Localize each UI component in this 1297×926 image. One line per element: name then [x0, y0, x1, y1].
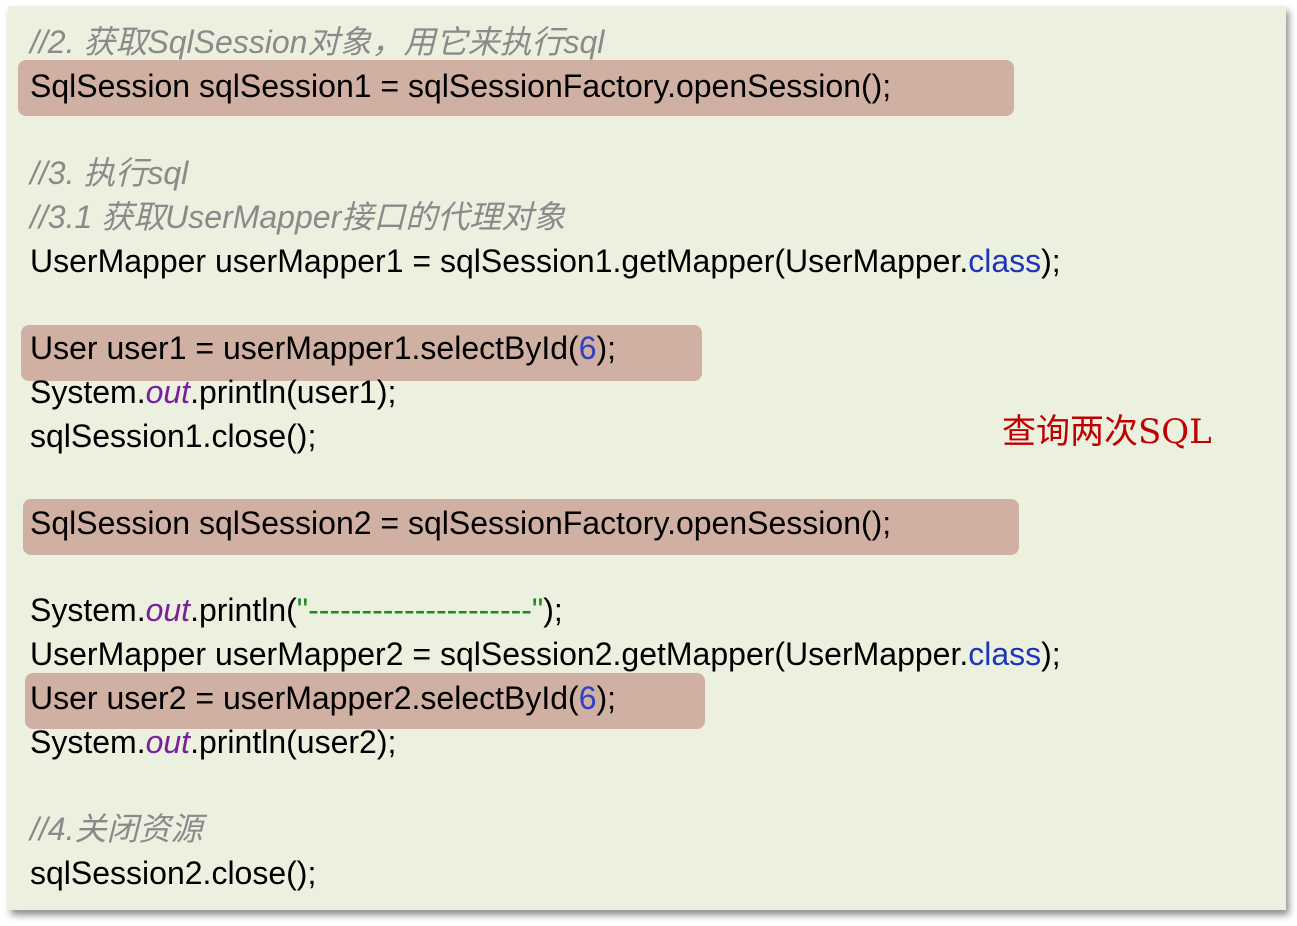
string-literal: "---------------------" — [296, 592, 544, 628]
code-print2: System.out.println(user2); — [30, 720, 396, 764]
code-select1-end: ); — [596, 330, 617, 366]
number-literal: 6 — [578, 330, 597, 366]
code-open-session2: SqlSession sqlSession2 = sqlSessionFacto… — [30, 505, 892, 541]
code-get-mapper2-end: ); — [1041, 636, 1061, 672]
code-close2: sqlSession2.close(); — [30, 855, 317, 891]
code-print2-end: .println(user2); — [190, 724, 397, 760]
annotation-two-queries: 查询两次SQL — [1002, 412, 1212, 452]
code-select1-text: User user1 = userMapper1.selectById( — [30, 330, 579, 366]
code-print-sep-text: System. — [30, 592, 146, 628]
code-print1-text: System. — [30, 374, 146, 410]
comment-get-session: //2. 获取SqlSession对象，用它来执行sql — [30, 24, 605, 60]
code-print1: System.out.println(user1); — [30, 370, 396, 414]
comment-close-resources: //4.关闭资源 — [30, 811, 203, 847]
code-print-sep-mid: .println( — [190, 592, 297, 628]
code-get-mapper2: UserMapper userMapper2 = sqlSession2.get… — [30, 632, 1061, 676]
field-out: out — [145, 724, 191, 760]
keyword-class: class — [968, 243, 1042, 279]
code-open-session1: SqlSession sqlSession1 = sqlSessionFacto… — [30, 68, 892, 104]
code-print-separator: System.out.println("--------------------… — [30, 588, 563, 632]
code-print2-text: System. — [30, 724, 146, 760]
keyword-class: class — [968, 636, 1042, 672]
code-select2: User user2 = userMapper2.selectById(6); — [30, 676, 616, 720]
code-get-mapper1: UserMapper userMapper1 = sqlSession1.get… — [30, 239, 1061, 283]
code-select1: User user1 = userMapper1.selectById(6); — [30, 326, 616, 370]
number-literal: 6 — [578, 680, 597, 716]
field-out: out — [145, 592, 191, 628]
code-close1: sqlSession1.close(); — [30, 418, 317, 454]
code-select2-end: ); — [596, 680, 617, 716]
comment-get-mapper: //3.1 获取UserMapper接口的代理对象 — [30, 199, 566, 235]
code-get-mapper1-text: UserMapper userMapper1 = sqlSession1.get… — [30, 243, 969, 279]
field-out: out — [145, 374, 191, 410]
code-print1-end: .println(user1); — [190, 374, 397, 410]
code-get-mapper2-text: UserMapper userMapper2 = sqlSession2.get… — [30, 636, 969, 672]
comment-execute-sql: //3. 执行sql — [30, 155, 189, 191]
code-select2-text: User user2 = userMapper2.selectById( — [30, 680, 579, 716]
code-print-sep-end: ); — [543, 592, 563, 628]
code-panel — [8, 6, 1286, 910]
code-get-mapper1-end: ); — [1041, 243, 1061, 279]
